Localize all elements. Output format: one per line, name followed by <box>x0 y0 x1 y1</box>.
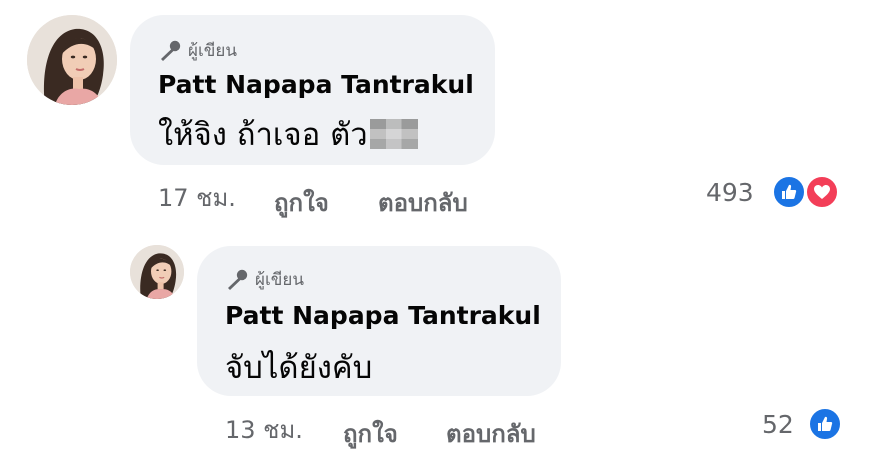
avatar-image <box>130 245 184 299</box>
comment-text-content: ให้จิง ถ้าเจอ ตัว <box>158 117 368 153</box>
reply-action-button[interactable]: ตอบกลับ <box>446 414 536 453</box>
thumbs-up-glyph <box>782 184 797 199</box>
reaction-count[interactable]: 493 <box>706 178 754 207</box>
reaction-count[interactable]: 52 <box>762 410 794 439</box>
thumbs-up-glyph <box>818 416 833 431</box>
microphone-icon <box>228 269 248 290</box>
author-name[interactable]: Patt Napapa Tantrakul <box>158 70 474 99</box>
author-badge: ผู้เขียน <box>225 266 304 293</box>
comment-timestamp[interactable]: 17 ชม. <box>158 178 236 217</box>
like-icon[interactable] <box>808 407 842 441</box>
author-badge-label: ผู้เขียน <box>255 270 304 290</box>
microphone-icon <box>161 40 181 61</box>
comment-text: ให้จิง ถ้าเจอ ตัว <box>158 109 418 159</box>
comment-bubble: ผู้เขียน Patt Napapa Tantrakul ให้จิง ถ้… <box>130 15 495 165</box>
comment-bubble: ผู้เขียน Patt Napapa Tantrakul จับได้ยัง… <box>197 246 561 396</box>
avatar[interactable] <box>27 15 117 105</box>
like-action-button[interactable]: ถูกใจ <box>343 414 398 453</box>
avatar-image <box>27 15 117 105</box>
reply-action-button[interactable]: ตอบกลับ <box>378 183 468 222</box>
avatar[interactable] <box>130 245 184 299</box>
censored-blur <box>369 119 418 149</box>
author-badge-label: ผู้เขียน <box>188 41 237 61</box>
heart-glyph <box>814 185 830 199</box>
like-action-button[interactable]: ถูกใจ <box>274 183 329 222</box>
like-icon[interactable] <box>772 175 806 209</box>
author-badge: ผู้เขียน <box>158 37 237 64</box>
comment-text: จับได้ยังคับ <box>225 350 373 386</box>
comment-timestamp[interactable]: 13 ชม. <box>225 410 303 449</box>
love-icon[interactable] <box>805 175 839 209</box>
author-name[interactable]: Patt Napapa Tantrakul <box>225 301 541 330</box>
